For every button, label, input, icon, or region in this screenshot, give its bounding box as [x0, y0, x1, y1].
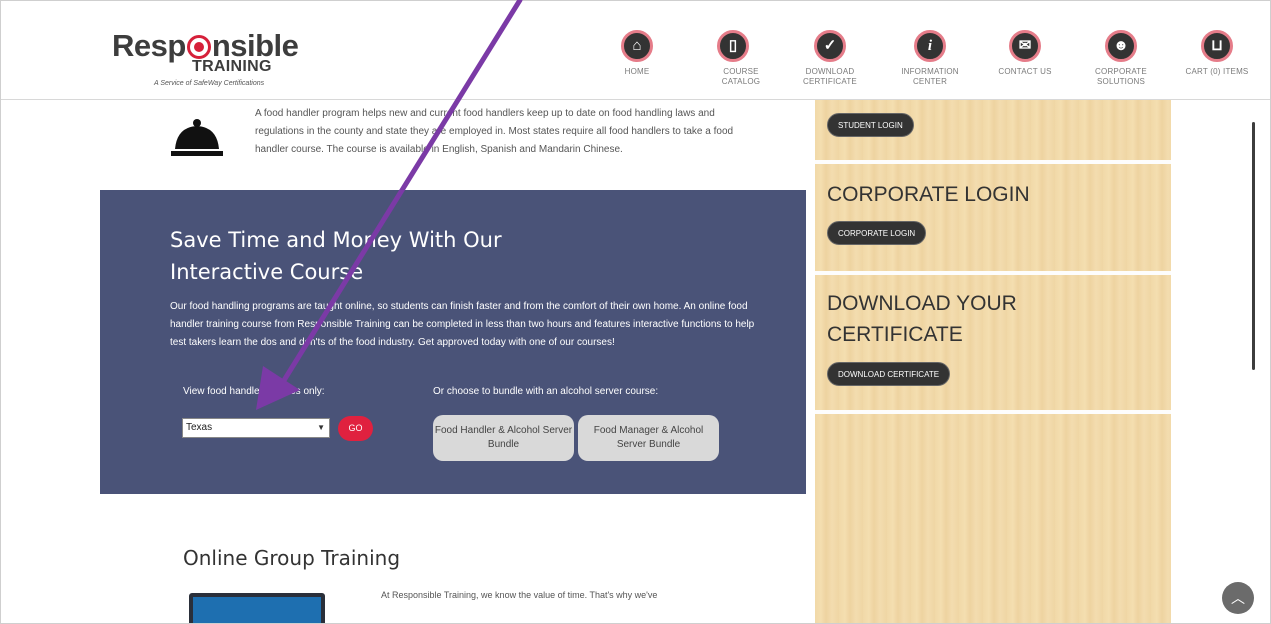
nav-course-catalog[interactable]: ▯ COURSE CATALOG	[693, 30, 773, 87]
mail-icon: ✉	[1009, 30, 1041, 62]
cloche-icon	[166, 115, 228, 164]
intro-text: A food handler program helps new and cur…	[255, 108, 734, 155]
group-icon: ☻	[1105, 30, 1137, 62]
cart-icon: ⊔	[1201, 30, 1233, 62]
divider	[815, 410, 1171, 414]
corporate-login-button[interactable]: CORPORATE LOGIN	[827, 221, 927, 245]
download-heading-line: CERTIFICATE	[827, 323, 963, 346]
nav-label: HOME	[624, 67, 650, 76]
student-login-button[interactable]: STUDENT LOGIN	[827, 113, 914, 137]
site-logo[interactable]: Resp nsible TRAINING A Service of SafeWay…	[112, 28, 312, 92]
save-body-text: Our food handling programs are taught on…	[170, 301, 755, 348]
view-courses-label: View food handler courses only:	[183, 386, 325, 397]
nav-information-center[interactable]: i INFORMATION CENTER	[890, 30, 970, 87]
download-certificate-button[interactable]: DOWNLOAD CERTIFICATE	[827, 362, 951, 386]
home-icon: ⌂	[621, 30, 653, 62]
nav-home[interactable]: ⌂ HOME	[597, 30, 677, 77]
food-handler-intro: A food handler program helps new and cur…	[100, 100, 806, 190]
state-select-value: Texas	[186, 422, 213, 433]
nav-label: COURSE CATALOG	[721, 67, 761, 86]
nav-contact-us[interactable]: ✉ CONTACT US	[985, 30, 1065, 77]
nav-label: CONTACT US	[998, 67, 1052, 76]
logo-tagline: A Service of SafeWay Certifications	[154, 80, 265, 87]
shield-check-icon: ✓	[814, 30, 846, 62]
login-sidebar: STUDENT LOGIN CORPORATE LOGIN CORPORATE …	[815, 100, 1171, 624]
logo-subtitle: TRAINING	[192, 58, 272, 75]
download-certificate-heading: DOWNLOAD YOUR CERTIFICATE	[827, 288, 1017, 350]
save-time-panel: Save Time and Money With Our Interactive…	[100, 190, 806, 494]
browser-page: Resp nsible TRAINING A Service of SafeWay…	[0, 0, 1271, 624]
food-manager-alcohol-bundle-button[interactable]: Food Manager & Alcohol Server Bundle	[578, 415, 719, 461]
nav-label: CORPORATE SOLUTIONS	[1095, 67, 1147, 86]
dropdown-arrow-icon: ▼	[317, 423, 325, 432]
state-select[interactable]: Texas ▼	[182, 418, 330, 438]
site-header: Resp nsible TRAINING A Service of SafeWay…	[0, 0, 1271, 100]
chevron-up-icon: ︿	[1231, 590, 1245, 606]
book-icon: ▯	[717, 30, 749, 62]
save-heading: Save Time and Money With Our Interactive…	[170, 228, 502, 284]
online-text: At Responsible Training, we know the val…	[381, 590, 658, 600]
target-icon	[186, 35, 211, 59]
nav-label: DOWNLOAD CERTIFICATE	[803, 67, 857, 86]
nav-label: INFORMATION CENTER	[901, 67, 959, 86]
divider	[815, 271, 1171, 275]
download-heading-line: DOWNLOAD YOUR	[827, 292, 1017, 315]
online-group-training-section: Online Group Training At Responsible Tra…	[100, 494, 806, 624]
bundle-label: Or choose to bundle with an alcohol serv…	[433, 386, 659, 397]
scrollbar-thumb[interactable]	[1252, 122, 1255, 370]
food-handler-alcohol-bundle-button[interactable]: Food Handler & Alcohol Server Bundle	[433, 415, 574, 461]
scroll-to-top-button[interactable]: ︿	[1222, 582, 1254, 614]
info-icon: i	[914, 30, 946, 62]
nav-corporate-solutions[interactable]: ☻ CORPORATE SOLUTIONS	[1081, 30, 1161, 87]
nav-label: CART (0) ITEMS	[1185, 67, 1249, 76]
laptop-image	[189, 593, 325, 624]
corporate-login-heading: CORPORATE LOGIN	[827, 183, 1030, 206]
go-button[interactable]: GO	[338, 416, 373, 441]
nav-download-certificate[interactable]: ✓ DOWNLOAD CERTIFICATE	[790, 30, 870, 87]
divider	[815, 160, 1171, 164]
online-heading: Online Group Training	[183, 546, 401, 570]
nav-cart[interactable]: ⊔ CART (0) ITEMS	[1177, 30, 1257, 77]
